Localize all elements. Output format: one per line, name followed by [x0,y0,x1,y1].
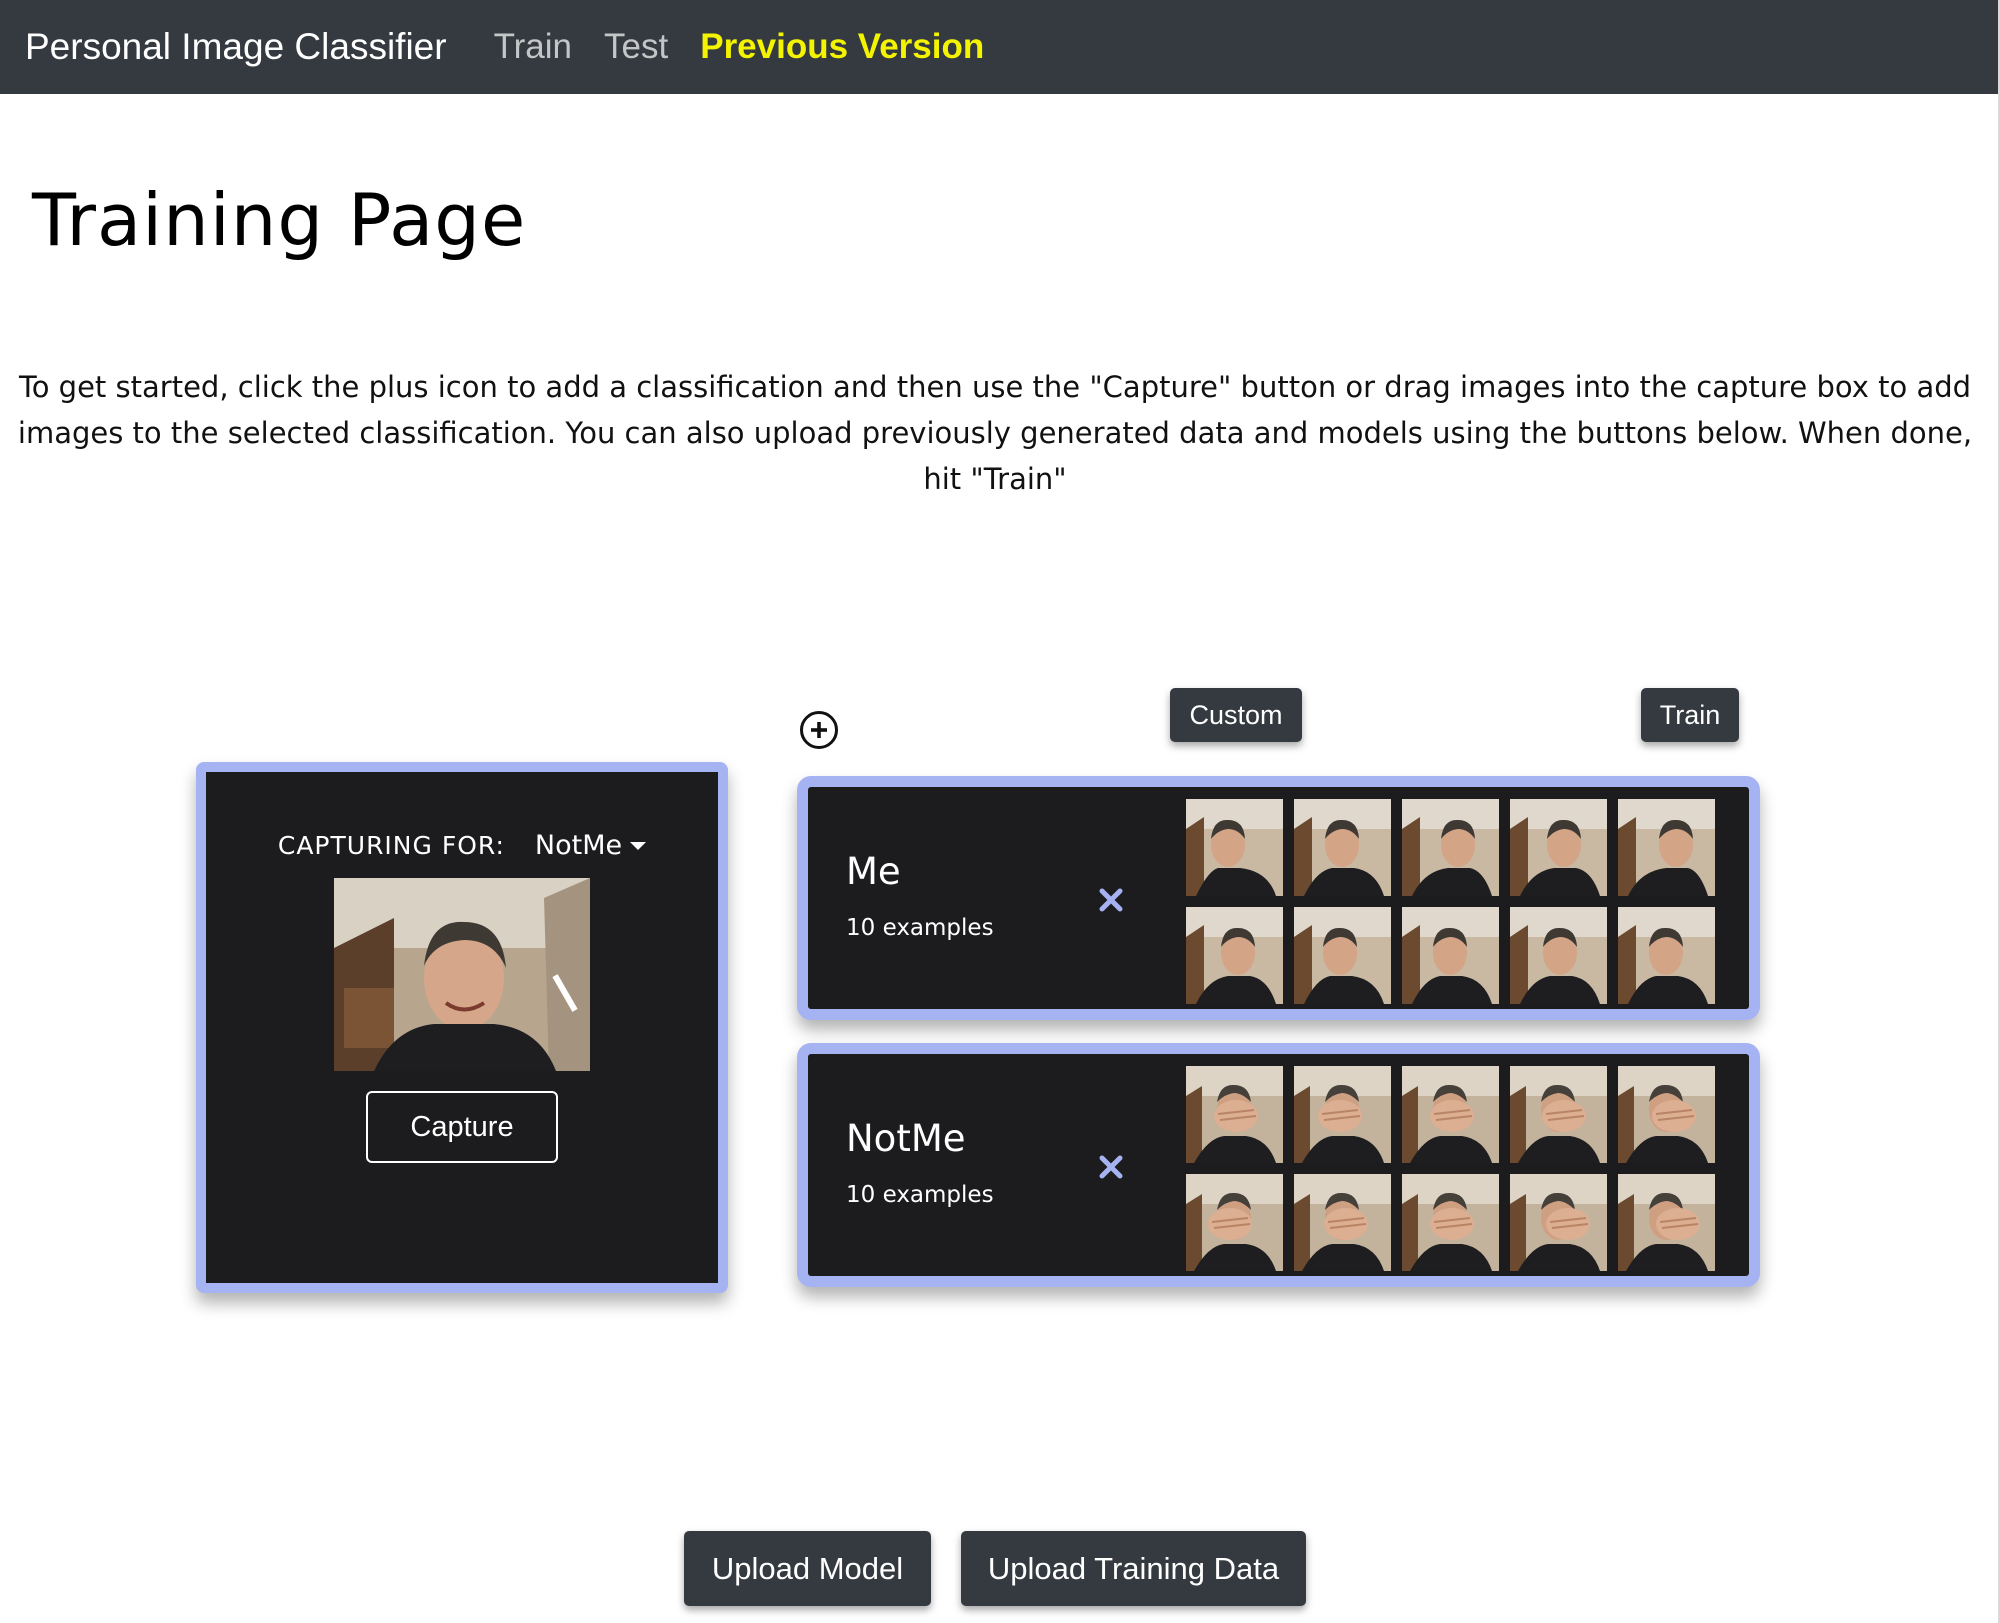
example-thumbnail[interactable] [1186,907,1283,1004]
example-thumbnail[interactable] [1294,907,1391,1004]
close-icon[interactable] [1098,887,1124,913]
example-thumbnail[interactable] [1294,1066,1391,1163]
custom-button[interactable]: Custom [1170,688,1302,742]
webcam-preview [334,878,590,1071]
example-thumbnail[interactable] [1186,1174,1283,1271]
example-thumbnails [1186,1066,1720,1271]
capture-button[interactable]: Capture [366,1091,558,1163]
example-thumbnail[interactable] [1402,799,1499,896]
example-thumbnail[interactable] [1186,799,1283,896]
example-thumbnail[interactable] [1294,799,1391,896]
example-thumbnail[interactable] [1402,907,1499,1004]
add-classification-button[interactable] [800,711,838,749]
example-thumbnail[interactable] [1618,1174,1715,1271]
intro-text: To get started, click the plus icon to a… [17,370,1973,496]
class-select-dropdown[interactable]: NotMe [534,830,647,861]
plus-circle-icon [811,722,827,738]
class-card-me[interactable]: Me 10 examples [797,776,1760,1020]
selected-class-value: NotMe [534,830,623,861]
capturing-for-label: CAPTURING FOR: [277,831,505,860]
example-thumbnail[interactable] [1402,1174,1499,1271]
class-name: Me [846,850,901,893]
example-thumbnail[interactable] [1294,1174,1391,1271]
example-thumbnail[interactable] [1402,1066,1499,1163]
example-thumbnail[interactable] [1618,907,1715,1004]
example-thumbnail[interactable] [1618,799,1715,896]
example-thumbnail[interactable] [1510,907,1607,1004]
upload-model-button[interactable]: Upload Model [684,1531,931,1606]
nav-link-train[interactable]: Train [494,27,572,67]
capture-panel[interactable]: CAPTURING FOR: NotMe Capture [196,762,728,1293]
app-brand[interactable]: Personal Image Classifier [25,26,447,68]
nav-link-test[interactable]: Test [604,27,668,67]
class-name: NotMe [846,1117,966,1160]
example-thumbnail[interactable] [1618,1066,1715,1163]
class-example-count: 10 examples [846,1182,994,1208]
example-thumbnail[interactable] [1510,799,1607,896]
example-thumbnails [1186,799,1720,1004]
nav-link-previous-version[interactable]: Previous Version [700,27,984,67]
upload-training-data-button[interactable]: Upload Training Data [961,1531,1306,1606]
capture-header: CAPTURING FOR: NotMe [206,830,718,861]
example-thumbnail[interactable] [1186,1066,1283,1163]
chevron-down-icon [630,841,647,850]
page-title: Training Page [32,178,527,262]
example-thumbnail[interactable] [1510,1066,1607,1163]
class-card-notme[interactable]: NotMe 10 examples [797,1043,1760,1287]
top-navbar: Personal Image Classifier Train Test Pre… [0,0,1998,94]
train-button[interactable]: Train [1641,688,1739,742]
close-icon[interactable] [1098,1154,1124,1180]
example-thumbnail[interactable] [1510,1174,1607,1271]
class-example-count: 10 examples [846,915,994,941]
